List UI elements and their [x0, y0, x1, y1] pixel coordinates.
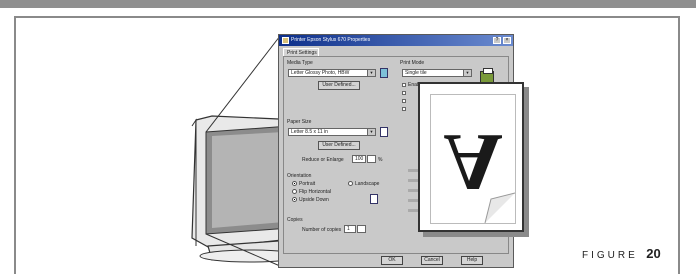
chevron-down-icon: ▼ — [367, 70, 375, 76]
option-checkbox-4[interactable] — [402, 107, 406, 111]
orientation-portrait-label: Portrait — [299, 181, 316, 187]
figure-caption: FIGURE 20 — [582, 245, 661, 263]
media-user-defined-button[interactable]: User Defined... — [318, 81, 360, 90]
media-icon — [380, 68, 388, 78]
option-checkbox-1[interactable] — [402, 83, 406, 87]
page-icon — [380, 127, 388, 137]
copies-spinner[interactable] — [357, 225, 366, 233]
upside-down-label: Upside Down — [299, 197, 329, 203]
orientation-portrait-radio[interactable] — [292, 181, 297, 186]
magnified-glyph: A — [443, 117, 502, 208]
reduce-enlarge-spinner[interactable] — [367, 155, 376, 163]
figure-number: 20 — [646, 246, 661, 261]
setting-row — [408, 169, 418, 172]
tab-print-settings[interactable]: Print Settings — [283, 48, 319, 56]
copies-input[interactable]: 1 — [344, 225, 356, 233]
close-icon[interactable]: × — [503, 37, 511, 44]
orientation-label: Orientation — [287, 173, 312, 179]
setting-row — [408, 189, 418, 192]
magnified-page: A — [430, 94, 516, 224]
orientation-landscape-radio[interactable] — [348, 181, 353, 186]
reduce-enlarge-input[interactable]: 100 — [352, 155, 366, 163]
orientation-landscape-label: Landscape — [355, 181, 380, 187]
paper-size-label: Paper Size — [287, 119, 312, 125]
paper-size-select[interactable]: Letter 8.5 x 11 in ▼ — [288, 128, 376, 136]
media-type-label: Media Type — [287, 60, 313, 66]
print-mode-label: Print Mode — [400, 60, 425, 66]
cancel-button[interactable]: Cancel — [421, 256, 443, 265]
help-button[interactable]: Help — [461, 256, 483, 265]
dialog-title: Printer Epson Stylus 670 Properties — [291, 37, 371, 43]
setting-row — [408, 209, 418, 212]
dialog-title-bar: Printer Epson Stylus 670 Properties ? × — [279, 35, 513, 46]
upside-down-radio[interactable] — [292, 197, 297, 202]
printer-app-icon — [282, 37, 289, 44]
setting-row — [408, 199, 418, 202]
setting-row — [408, 179, 418, 182]
chevron-down-icon: ▼ — [463, 70, 471, 76]
print-mode-select[interactable]: Single tile ▼ — [402, 69, 472, 77]
reduce-enlarge-unit: % — [378, 157, 383, 163]
reduce-enlarge-label: Reduce or Enlarge — [302, 157, 344, 163]
option-checkbox-2[interactable] — [402, 91, 406, 95]
flip-horizontal-radio[interactable] — [292, 189, 297, 194]
ok-button[interactable]: OK — [381, 256, 403, 265]
copies-label: Copies — [287, 217, 303, 223]
help-icon[interactable]: ? — [493, 37, 501, 44]
media-type-select[interactable]: Letter Glossy Photo, HBW ▼ — [288, 69, 376, 77]
option-checkbox-3[interactable] — [402, 99, 406, 103]
flip-horizontal-label: Flip Horizontal — [299, 189, 331, 195]
paper-user-defined-button[interactable]: User Defined... — [318, 141, 360, 150]
magnified-glyph-graphic: A — [443, 117, 515, 223]
orientation-preview-icon — [370, 194, 378, 204]
figure-word: FIGURE — [582, 250, 638, 261]
magnify-callout: A — [418, 82, 524, 232]
chevron-down-icon: ▼ — [367, 129, 375, 135]
number-of-copies-label: Number of copies — [302, 227, 342, 233]
